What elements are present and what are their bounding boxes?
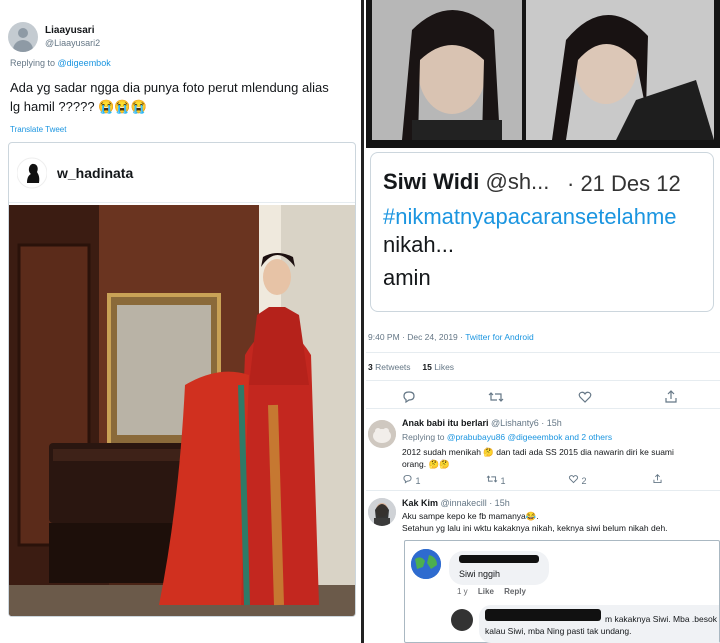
share-icon[interactable] bbox=[664, 390, 678, 407]
profile-silhouette-icon bbox=[17, 157, 47, 189]
reply-text-line: orang. 🤔🤔 bbox=[402, 459, 450, 469]
tweet-text: Ada yg sadar ngga dia punya foto perut m… bbox=[10, 78, 350, 116]
retweets-count[interactable]: 3 bbox=[368, 362, 373, 372]
reply-text: 2012 sudah menikah 🤔 dan tadi ada SS 201… bbox=[402, 446, 712, 470]
selfie-photo-strip bbox=[366, 0, 720, 148]
tweet-timestamp[interactable]: 9:40 PM · Dec 24, 2019 · bbox=[368, 332, 465, 342]
fb-comment-actions: 1 y Like Reply bbox=[457, 587, 526, 596]
reply-author[interactable]: Kak Kim @innakecill · 15h bbox=[402, 498, 510, 508]
retweet-icon[interactable] bbox=[488, 390, 504, 407]
tweet-meta: 9:40 PM · Dec 24, 2019 · Twitter for And… bbox=[368, 332, 534, 342]
replying-prefix: Replying to bbox=[10, 58, 58, 68]
reply-author-name: Kak Kim bbox=[402, 498, 439, 508]
reply-count: 1 bbox=[415, 476, 421, 486]
reply-author-handle: @innakecill · 15h bbox=[440, 498, 510, 508]
tweet-stats: 3 Retweets 15 Likes bbox=[368, 362, 454, 372]
quoted-text: amin bbox=[383, 265, 431, 290]
quoted-author[interactable]: Siwi Widi @sh... bbox=[383, 169, 549, 195]
reply-text-line: Setahun yg lalu ini wktu kakaknya nikah,… bbox=[402, 523, 668, 533]
likes-label[interactable]: Likes bbox=[434, 362, 454, 372]
embedded-username[interactable]: w_hadinata bbox=[57, 165, 133, 181]
divider bbox=[366, 380, 720, 381]
fb-comment-time: 1 y bbox=[457, 587, 468, 596]
fb-comment-bubble: Siwi nggih bbox=[449, 551, 549, 585]
fb-reply-avatar bbox=[451, 609, 473, 631]
reply-reply-action[interactable]: 1 bbox=[402, 474, 421, 486]
tweet-text-line: Ada yg sadar ngga dia punya foto perut m… bbox=[10, 80, 329, 95]
reply-retweet-action[interactable]: 1 bbox=[486, 474, 506, 486]
quoted-date[interactable]: · 21 Des 12 bbox=[567, 171, 681, 197]
retweets-label[interactable]: Retweets bbox=[375, 362, 410, 372]
tweet-source[interactable]: Twitter for Android bbox=[465, 332, 534, 342]
fb-reply-bubble: m kakaknya Siwi. Mba .besok kalau Siwi, … bbox=[479, 605, 719, 643]
reply-author[interactable]: Anak babi itu berlari @Lishanty6 · 15h bbox=[402, 418, 562, 428]
globe-avatar-icon bbox=[411, 549, 441, 579]
fb-comment-text: Siwi nggih bbox=[459, 569, 501, 579]
quoted-hashtag-line: nikah... bbox=[383, 232, 454, 257]
quoted-author-name: Siwi Widi bbox=[383, 169, 480, 194]
fb-reply-link[interactable]: Reply bbox=[504, 587, 526, 596]
quoted-tweet-card[interactable]: Siwi Widi @sh... · 21 Des 12 #nikmatnyap… bbox=[370, 152, 714, 312]
fb-reply-text-line: kalau Siwi, mba Ning pasti tak undang. bbox=[485, 626, 632, 636]
user-avatar[interactable] bbox=[8, 22, 38, 52]
reply-like-action[interactable]: 2 bbox=[568, 474, 587, 486]
quoted-hashtag-line: #nikmatnyapacaransetelahme bbox=[383, 204, 677, 229]
redacted-name bbox=[485, 609, 601, 621]
embedded-instagram-card[interactable]: w_hadinata bbox=[8, 142, 356, 617]
replying-prefix: Replying to bbox=[402, 432, 447, 442]
replying-to-link[interactable]: @prabubayu86 @digeeembok and 2 others bbox=[447, 432, 612, 442]
reply-icon[interactable] bbox=[402, 390, 416, 407]
reply-author-handle: @Lishanty6 · 15h bbox=[491, 418, 562, 428]
like-count: 2 bbox=[581, 476, 587, 486]
tweet-text-line: lg hamil ????? 😭😭😭 bbox=[10, 99, 147, 114]
replying-to-link[interactable]: @digeembok bbox=[58, 58, 111, 68]
divider bbox=[366, 408, 720, 409]
retweet-count: 1 bbox=[500, 476, 506, 486]
replying-to: Replying to @digeembok bbox=[10, 58, 111, 68]
like-icon[interactable] bbox=[578, 390, 592, 407]
reply-share-action[interactable] bbox=[652, 474, 663, 486]
right-screenshots-panel: Siwi Widi @sh... · 21 Des 12 #nikmatnyap… bbox=[366, 0, 720, 643]
embedded-photo[interactable] bbox=[9, 205, 355, 616]
divider bbox=[366, 490, 720, 491]
quoted-hashtag[interactable]: #nikmatnyapacaransetelahme nikah... bbox=[383, 203, 713, 259]
facebook-comment-screenshot: Siwi nggih 1 y Like Reply m kakaknya Siw… bbox=[404, 540, 720, 643]
divider bbox=[366, 352, 720, 353]
selfie-photo-right bbox=[526, 0, 714, 140]
left-tweet-panel: Liaayusari @Liaayusari2 Replying to @dig… bbox=[0, 0, 364, 643]
reply-author-name: Anak babi itu berlari bbox=[402, 418, 489, 428]
card-header: w_hadinata bbox=[9, 143, 355, 203]
reply-text: Aku sampe kepo ke fb mamanya😂. Setahun y… bbox=[402, 510, 712, 534]
redacted-name bbox=[459, 555, 539, 563]
fb-like-link[interactable]: Like bbox=[478, 587, 494, 596]
reply-replying-to: Replying to @prabubayu86 @digeeembok and… bbox=[402, 432, 612, 442]
tweet-author-name[interactable]: Liaayusari bbox=[45, 25, 94, 36]
reply-avatar[interactable] bbox=[368, 420, 396, 448]
quoted-author-handle: @sh... bbox=[485, 169, 550, 194]
translate-tweet-link[interactable]: Translate Tweet bbox=[10, 125, 66, 134]
likes-count[interactable]: 15 bbox=[422, 362, 431, 372]
reply-text-line: Aku sampe kepo ke fb mamanya😂. bbox=[402, 511, 539, 521]
selfie-photo-left bbox=[372, 0, 522, 140]
reply-avatar[interactable] bbox=[368, 498, 396, 526]
reply-text-line: 2012 sudah menikah 🤔 dan tadi ada SS 201… bbox=[402, 447, 674, 457]
tweet-author-handle[interactable]: @Liaayusari2 bbox=[45, 38, 100, 48]
